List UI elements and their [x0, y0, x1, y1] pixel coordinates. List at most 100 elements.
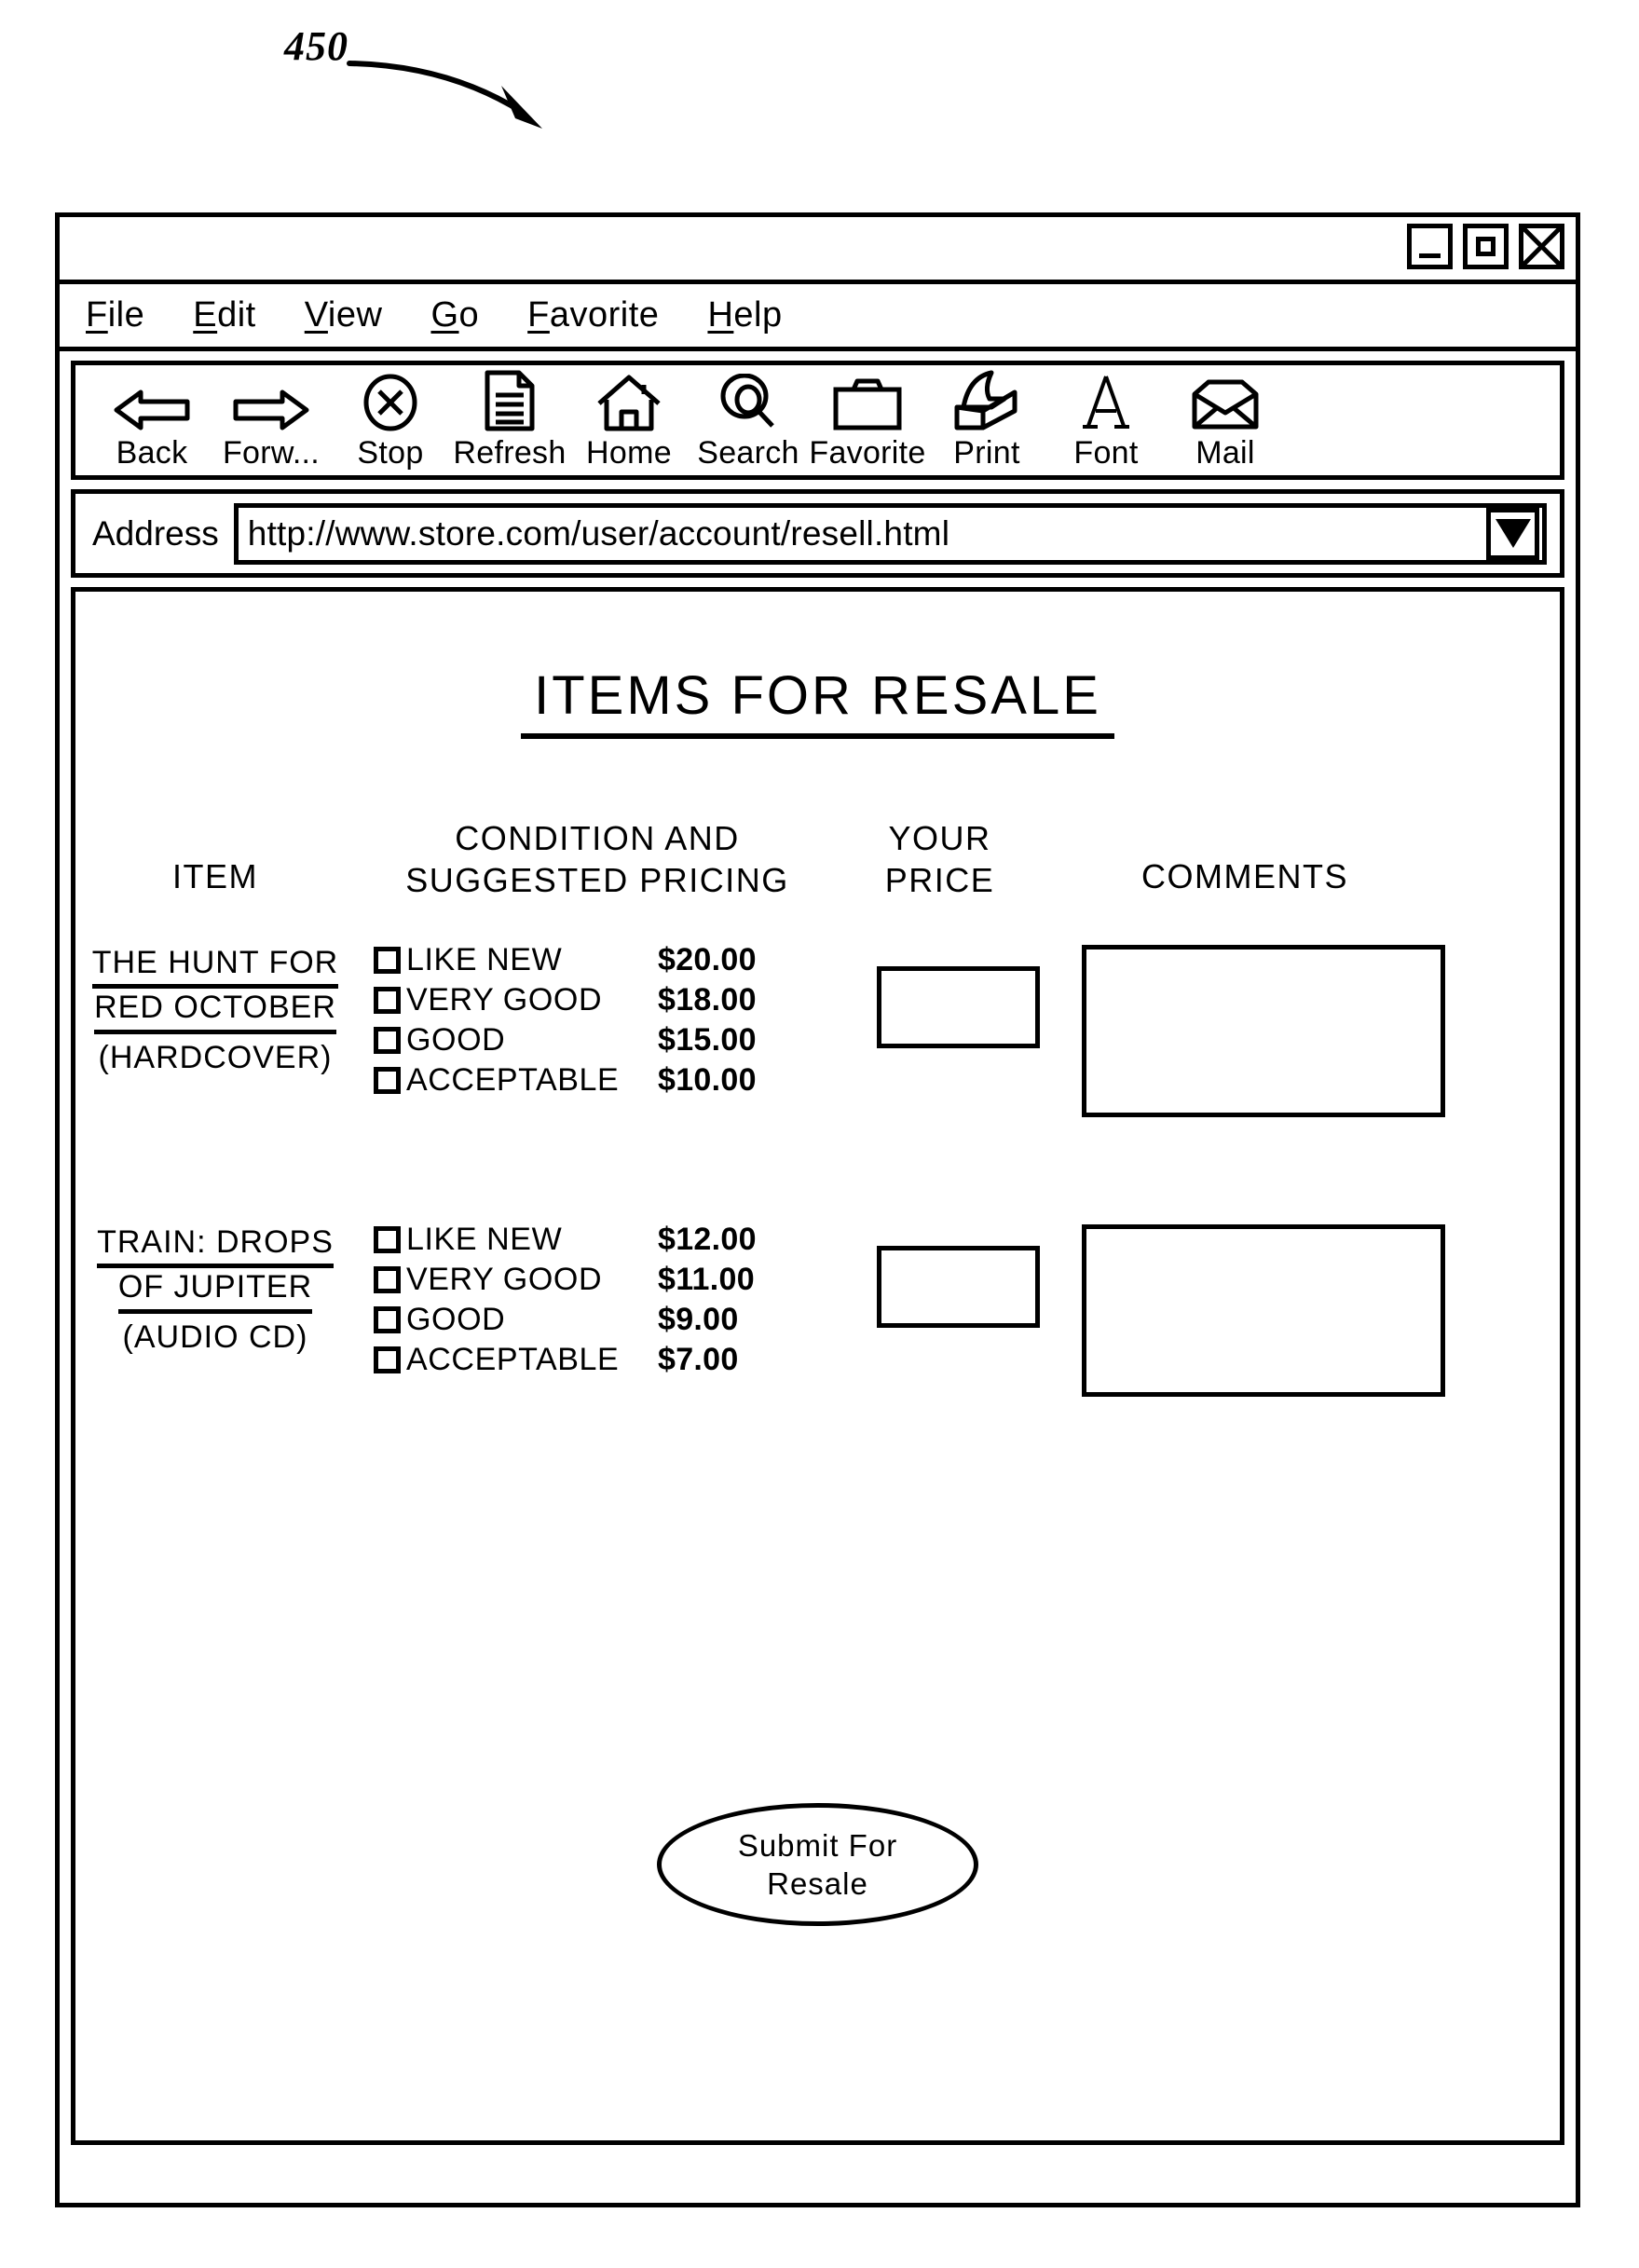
menu-item-file-rest: ile	[107, 295, 145, 335]
address-input[interactable]: http://www.store.com/user/account/resell…	[233, 502, 1547, 565]
your-price-input[interactable]	[877, 966, 1040, 1048]
condition-option[interactable]: ACCEPTABLE $7.00	[374, 1340, 858, 1380]
toolbar-button-mail[interactable]: Mail	[1166, 374, 1285, 471]
toolbar-button-forward[interactable]: Forw...	[212, 374, 331, 471]
condition-checkbox[interactable]	[374, 1306, 401, 1333]
magnifier-icon	[719, 374, 777, 431]
toolbar: Back Forw... Stop Refresh Home Search Fa…	[71, 361, 1564, 480]
toolbar-button-home[interactable]: Home	[569, 374, 689, 471]
condition-option[interactable]: LIKE NEW $12.00	[374, 1220, 858, 1260]
menu-item-favorite[interactable]: Favorite	[527, 295, 659, 335]
condition-price: $9.00	[658, 1302, 739, 1337]
toolbar-button-font-label: Font	[1073, 435, 1139, 471]
toolbar-button-back[interactable]: Back	[92, 374, 212, 471]
arrow-left-icon	[113, 374, 191, 431]
condition-options: LIKE NEW $20.00 VERY GOOD $18.00 GOOD $1…	[355, 940, 858, 1100]
letter-a-icon	[1081, 374, 1131, 431]
toolbar-button-home-label: Home	[586, 435, 672, 471]
condition-label: VERY GOOD	[406, 1262, 603, 1297]
comments-cell	[1059, 940, 1468, 1117]
arrow-right-icon	[232, 374, 310, 431]
menu-item-edit[interactable]: Edit	[193, 295, 256, 335]
toolbar-button-font[interactable]: Font	[1046, 374, 1166, 471]
column-header-condition-line1: CONDITION AND	[455, 819, 740, 857]
menu-item-favorite-mnemonic: F	[527, 295, 550, 335]
address-label: Address	[92, 513, 219, 553]
folder-icon	[831, 374, 904, 431]
condition-checkbox[interactable]	[374, 1346, 401, 1373]
close-button[interactable]	[1519, 224, 1564, 269]
condition-checkbox[interactable]	[374, 947, 401, 974]
submit-button-label-line1: Submit For	[737, 1827, 898, 1863]
condition-price: $12.00	[658, 1222, 757, 1257]
condition-price: $11.00	[658, 1262, 755, 1297]
window-controls	[1407, 224, 1564, 269]
menu-item-help-mnemonic: H	[707, 295, 734, 335]
item-title-line2[interactable]: RED OCTOBER	[94, 989, 336, 1034]
browser-window: File Edit View Go Favorite Help Back For…	[55, 212, 1580, 2207]
page-title: ITEMS FOR RESALE	[75, 664, 1560, 739]
condition-label: LIKE NEW	[406, 942, 563, 977]
condition-option[interactable]: VERY GOOD $11.00	[374, 1260, 858, 1300]
condition-price: $7.00	[658, 1342, 739, 1377]
condition-checkbox[interactable]	[374, 1226, 401, 1253]
condition-option[interactable]: LIKE NEW $20.00	[374, 940, 858, 980]
menu-item-help[interactable]: Help	[707, 295, 782, 335]
condition-label: GOOD	[406, 1302, 506, 1337]
close-icon	[1523, 228, 1560, 265]
column-header-comments: COMMENTS	[1141, 857, 1348, 895]
minimize-button[interactable]	[1407, 224, 1453, 269]
chevron-down-icon	[1495, 519, 1531, 548]
item-title-line2[interactable]: OF JUPITER	[117, 1268, 313, 1314]
condition-option[interactable]: GOOD $9.00	[374, 1300, 858, 1340]
item-title-line1[interactable]: THE HUNT FOR	[91, 944, 339, 990]
toolbar-button-stop[interactable]: Stop	[331, 374, 450, 471]
figure-reference-number: 450	[284, 23, 348, 69]
menu-item-help-rest: elp	[733, 295, 783, 335]
condition-option[interactable]: ACCEPTABLE $10.00	[374, 1060, 858, 1100]
comments-input[interactable]	[1082, 945, 1445, 1117]
toolbar-button-favorite[interactable]: Favorite	[808, 374, 927, 471]
submit-button-label-line2: Resale	[767, 1866, 868, 1901]
menu-item-file[interactable]: File	[86, 295, 144, 335]
condition-option[interactable]: GOOD $15.00	[374, 1020, 858, 1060]
toolbar-button-stop-label: Stop	[357, 435, 424, 471]
condition-label: ACCEPTABLE	[406, 1062, 620, 1098]
address-bar: Address http://www.store.com/user/accoun…	[71, 489, 1564, 578]
resale-items-table: ITEM CONDITION AND SUGGESTED PRICING YOU…	[75, 799, 1560, 1397]
menu-item-view[interactable]: View	[305, 295, 383, 335]
printer-icon	[949, 370, 1025, 431]
condition-checkbox[interactable]	[374, 987, 401, 1014]
menu-item-file-mnemonic: F	[86, 295, 108, 335]
submit-for-resale-button[interactable]: Submit For Resale	[657, 1803, 978, 1926]
condition-checkbox[interactable]	[374, 1027, 401, 1054]
column-header-condition: CONDITION AND SUGGESTED PRICING	[355, 817, 840, 901]
menu-item-go[interactable]: Go	[430, 295, 479, 335]
toolbar-button-search[interactable]: Search	[689, 374, 808, 471]
menu-item-view-rest: iew	[327, 295, 383, 335]
page-title-text: ITEMS FOR RESALE	[521, 665, 1114, 739]
maximize-icon	[1476, 237, 1496, 256]
condition-option[interactable]: VERY GOOD $18.00	[374, 980, 858, 1020]
menu-item-edit-mnemonic: E	[193, 295, 218, 335]
item-format: (AUDIO CD)	[122, 1318, 308, 1355]
toolbar-button-refresh-label: Refresh	[453, 435, 567, 471]
condition-checkbox[interactable]	[374, 1266, 401, 1293]
menu-item-favorite-rest: avorite	[549, 295, 660, 335]
maximize-button[interactable]	[1463, 224, 1509, 269]
menu-bar: File Edit View Go Favorite Help	[60, 284, 1576, 351]
address-dropdown-button[interactable]	[1486, 507, 1539, 560]
condition-checkbox[interactable]	[374, 1067, 401, 1094]
toolbar-button-print[interactable]: Print	[927, 370, 1046, 471]
comments-input[interactable]	[1082, 1224, 1445, 1397]
your-price-input[interactable]	[877, 1246, 1040, 1328]
condition-label: ACCEPTABLE	[406, 1342, 620, 1377]
item-title-line1[interactable]: TRAIN: DROPS	[97, 1223, 334, 1269]
toolbar-button-refresh[interactable]: Refresh	[450, 370, 569, 471]
item-description: THE HUNT FOR RED OCTOBER (HARDCOVER)	[75, 940, 355, 1077]
minimize-icon	[1419, 253, 1441, 258]
envelope-icon	[1190, 374, 1261, 431]
menu-item-edit-rest: dit	[217, 295, 256, 335]
condition-label: GOOD	[406, 1022, 506, 1058]
document-page-icon	[484, 370, 536, 431]
